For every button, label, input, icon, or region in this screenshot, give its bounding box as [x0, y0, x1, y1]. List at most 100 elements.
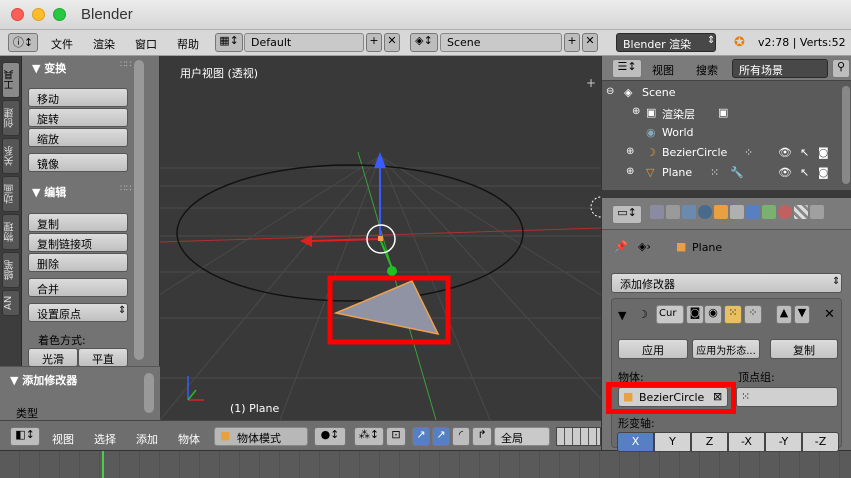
menu-object[interactable]: 物体 [178, 431, 200, 447]
3d-cursor[interactable] [590, 196, 601, 218]
3d-viewport[interactable]: 用户视图 (透视) (1) Plane + [160, 56, 601, 420]
data-tab-icon[interactable] [762, 205, 776, 219]
current-frame-marker[interactable] [102, 451, 104, 478]
set-origin-select[interactable]: 设置原点 [28, 303, 128, 322]
duplicate-button[interactable]: 复制 [28, 213, 128, 232]
camera-render-icon[interactable]: ◙ [818, 166, 829, 179]
remove-modifier-icon[interactable]: ✕ [824, 307, 835, 322]
join-button[interactable]: 合并 [28, 278, 128, 297]
drag-grip-icon[interactable]: ∷∷ [120, 60, 131, 70]
pin-icon[interactable]: 📌 [614, 240, 628, 253]
screen-layout-icon[interactable]: ▦↕ [215, 33, 243, 52]
render-tab-icon[interactable] [650, 205, 664, 219]
gizmo-x-axis[interactable] [309, 238, 381, 242]
outliner-row-plane[interactable]: ⊕ ▽ Plane ⁙ 🔧 👁 ↖ ◙ [602, 163, 840, 183]
particles-tab-icon[interactable] [810, 205, 824, 219]
add-scene-button[interactable]: + [564, 33, 580, 52]
material-tab-icon[interactable] [778, 205, 792, 219]
constraints-tab-icon[interactable] [730, 205, 744, 219]
remove-scene-button[interactable]: ✕ [582, 33, 598, 52]
tab-tools[interactable]: 工具 [2, 62, 20, 98]
shade-smooth-button[interactable]: 光滑 [28, 348, 78, 367]
collapse-arrow-icon[interactable]: ▼ [618, 309, 626, 322]
add-screen-button[interactable]: + [366, 33, 382, 52]
mirror-button[interactable]: 镜像 [28, 153, 128, 172]
editor-type-properties-icon[interactable]: ▭↕ [612, 205, 642, 224]
close-window-button[interactable] [11, 8, 24, 21]
axis-z-button[interactable]: Z [691, 432, 728, 452]
menu-window[interactable]: 窗口 [135, 36, 157, 52]
toolshelf-scrollbar-lower[interactable] [144, 373, 154, 413]
menu-view[interactable]: 视图 [52, 431, 74, 447]
tab-an[interactable]: AN [2, 290, 20, 316]
tab-create[interactable]: 创建 [2, 100, 20, 136]
add-modifier-select[interactable]: 添加修改器 [611, 273, 842, 293]
oncage-toggle-icon[interactable]: ⁘ [744, 305, 762, 324]
move-button[interactable]: 移动 [28, 88, 128, 107]
drag-grip-icon[interactable]: ∷∷ [120, 184, 131, 194]
gizmo-y-arrow[interactable] [387, 266, 397, 276]
outliner-scrollbar[interactable] [842, 86, 850, 184]
editor-type-info-button[interactable]: ⓘ↕ [8, 33, 38, 52]
viewport-scene[interactable] [160, 56, 601, 420]
axis-neg-x-button[interactable]: -X [728, 432, 765, 452]
scale-button[interactable]: 缩放 [28, 128, 128, 147]
texture-tab-icon[interactable] [794, 205, 808, 219]
tab-grease-pencil[interactable]: 蜡笔 [2, 252, 20, 288]
modifiers-tab-icon[interactable] [746, 205, 760, 219]
zoom-window-button[interactable] [53, 8, 66, 21]
world-tab-icon[interactable] [698, 205, 712, 219]
cage-toggle-icon[interactable]: ⁙ [724, 305, 742, 324]
collapse-toggle-icon[interactable]: ⊖ [606, 86, 614, 97]
apply-as-shape-button[interactable]: 应用为形态... [692, 339, 760, 359]
manipulator-toggle[interactable]: ⊡ [386, 427, 406, 446]
bezier-circle-object[interactable] [176, 164, 524, 302]
axis-x-button[interactable]: X [617, 432, 654, 452]
outliner-row-world[interactable]: ◉ World [602, 123, 840, 143]
scene-field[interactable]: Scene [440, 33, 562, 52]
panel-edit-title[interactable]: ▼ 编辑 [32, 184, 66, 200]
expand-toggle-icon[interactable]: ⊕ [626, 146, 634, 157]
menu-help[interactable]: 帮助 [177, 36, 199, 52]
scene-tab-icon[interactable] [682, 205, 696, 219]
outliner-menu-search[interactable]: 搜索 [696, 62, 718, 78]
move-up-icon[interactable]: ▲ [776, 305, 792, 324]
menu-file[interactable]: 文件 [51, 36, 73, 52]
plane-object[interactable] [333, 280, 440, 336]
add-region-plus-icon[interactable]: + [586, 76, 596, 90]
editor-type-3d-icon[interactable]: ◧↕ [10, 427, 40, 446]
transform-orientation-icon[interactable]: ↱ [472, 427, 492, 446]
cursor-select-icon[interactable]: ↖ [800, 166, 809, 179]
rotate-manipulator-icon[interactable]: ↗ [432, 427, 450, 446]
outliner-row-scene[interactable]: ⊖ ◈ Scene [602, 83, 840, 103]
axis-y-button[interactable]: Y [654, 432, 691, 452]
outliner-menu-view[interactable]: 视图 [652, 62, 674, 78]
editor-type-outliner-icon[interactable]: ☰↕ [612, 59, 642, 78]
cursor-select-icon[interactable]: ↖ [800, 146, 809, 159]
outliner-filter-select[interactable]: 所有场景 [732, 59, 828, 78]
vertex-group-field[interactable]: ⁙ [736, 387, 838, 407]
scene-icon[interactable]: ◈↕ [410, 33, 438, 52]
visibility-toggle-icon[interactable]: ◉ [704, 305, 722, 324]
eye-icon[interactable]: 👁 [778, 166, 792, 179]
camera-render-icon[interactable]: ◙ [818, 146, 829, 159]
area-divider[interactable] [601, 190, 851, 198]
minimize-window-button[interactable] [32, 8, 45, 21]
timeline[interactable] [0, 450, 851, 478]
menu-select[interactable]: 选择 [94, 431, 116, 447]
move-down-icon[interactable]: ▼ [794, 305, 810, 324]
render-layers-tab-icon[interactable] [666, 205, 680, 219]
delete-button[interactable]: 删除 [28, 253, 128, 272]
panel-transform-title[interactable]: ▼ 变换 [32, 60, 66, 76]
menu-add[interactable]: 添加 [136, 431, 158, 447]
render-engine-select[interactable]: Blender 渲染 [616, 33, 716, 52]
copy-modifier-button[interactable]: 复制 [770, 339, 838, 359]
outliner-row-beziercircle[interactable]: ⊕ ☽ BezierCircle ⁘ 👁 ↖ ◙ [602, 143, 840, 163]
expand-toggle-icon[interactable]: ⊕ [626, 166, 634, 177]
tab-physics[interactable]: 物理 [2, 214, 20, 250]
layer-buttons[interactable] [556, 427, 601, 446]
search-icon[interactable]: ⚲ [832, 59, 850, 78]
modifier-name-field[interactable]: Cur [656, 305, 684, 324]
panel-add-modifier-title[interactable]: ▼ 添加修改器 [10, 372, 77, 388]
shade-flat-button[interactable]: 平直 [78, 348, 128, 367]
